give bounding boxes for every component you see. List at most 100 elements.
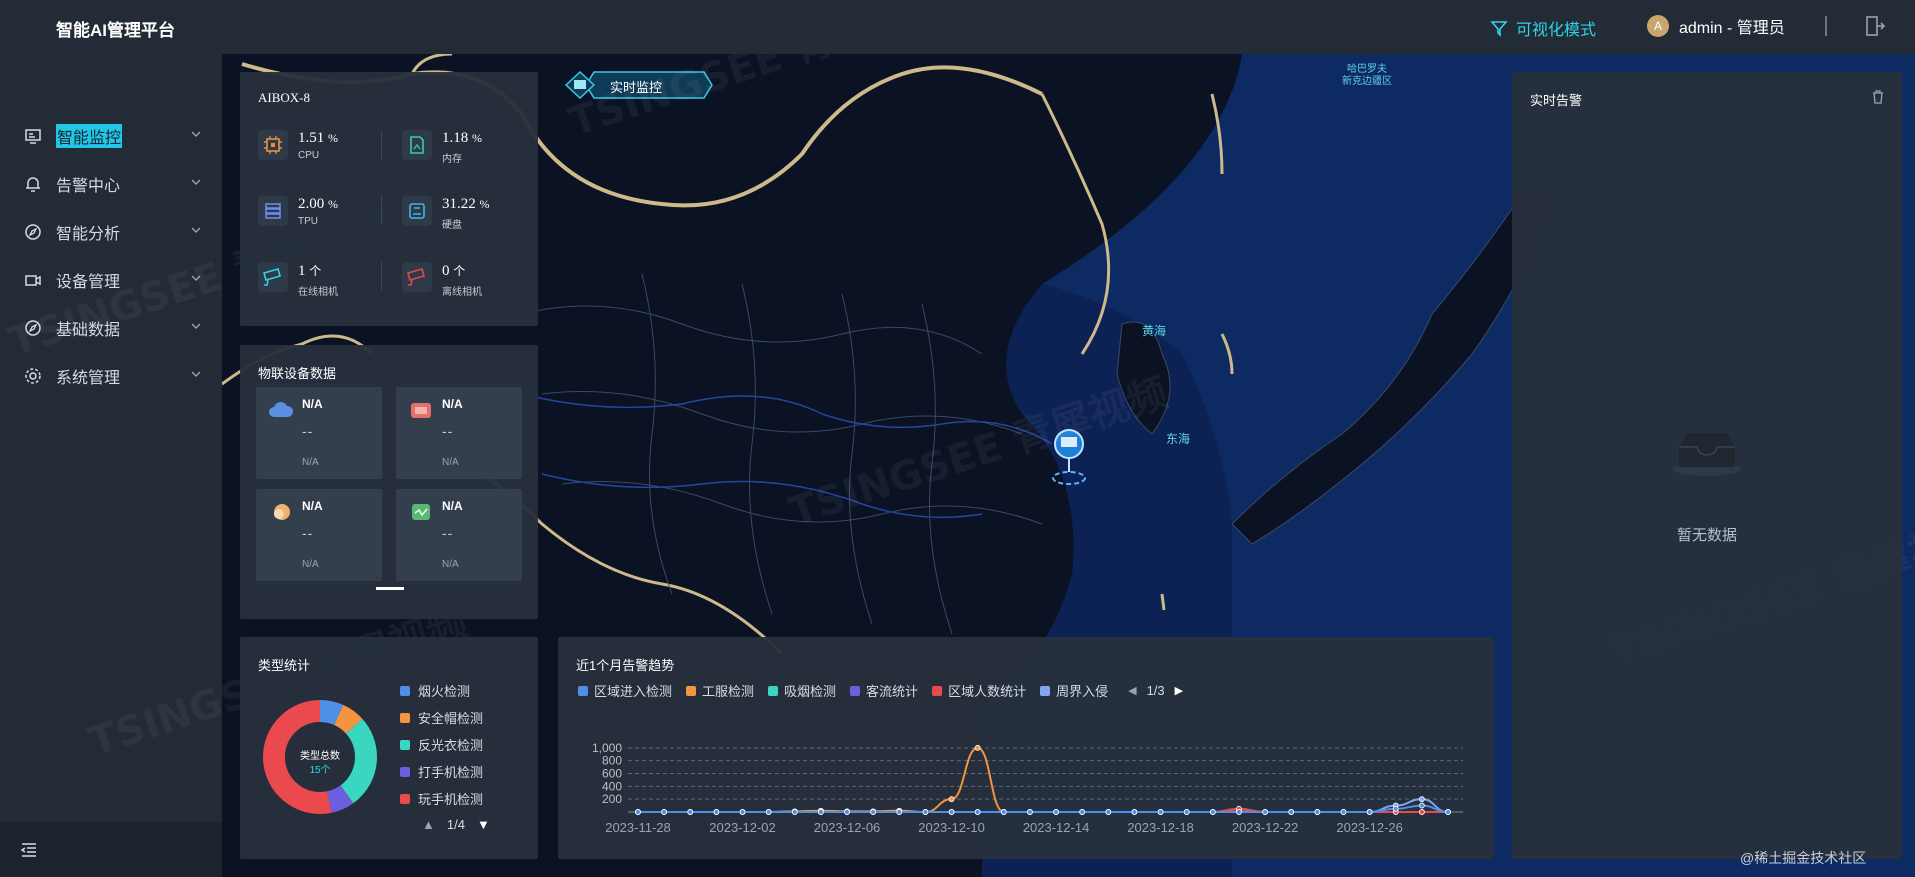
data-point[interactable]: [661, 809, 668, 815]
data-point[interactable]: [1288, 809, 1295, 815]
sidebar-item-base-data[interactable]: 基础数据: [0, 308, 222, 348]
data-point[interactable]: [948, 796, 955, 803]
iot-data-panel: 物联设备数据 N/A -- N/A N/A -- N/A N/A -- N/A …: [240, 345, 538, 619]
data-point[interactable]: [1131, 809, 1138, 815]
sidebar-item-smart-monitor[interactable]: 智能监控: [0, 116, 222, 156]
iot-card[interactable]: N/A -- N/A: [396, 387, 522, 479]
data-point[interactable]: [765, 809, 772, 815]
data-point[interactable]: [1418, 802, 1425, 809]
legend-label: 安全帽检测: [418, 711, 484, 726]
sidebar-item-system-management[interactable]: 系统管理: [0, 356, 222, 396]
pager-next-icon[interactable]: ▼: [477, 817, 490, 832]
data-point[interactable]: [713, 809, 720, 815]
pager-text: 1/4: [446, 817, 465, 832]
carousel-indicator[interactable]: [376, 587, 404, 590]
collapse-sidebar-icon[interactable]: [20, 842, 38, 858]
data-point[interactable]: [635, 809, 641, 815]
type-stats-panel: 类型统计 类型总数 15个 烟火检测 安全帽检测 反光衣检测 打手机检测 玩手机…: [240, 637, 538, 859]
donut-center-title: 类型总数: [300, 751, 340, 762]
app-title: 智能AI管理平台: [56, 21, 175, 40]
data-point[interactable]: [1027, 809, 1033, 815]
data-point[interactable]: [870, 809, 877, 815]
empty-text: 暂无数据: [1676, 527, 1737, 544]
cpu-value: 1.51: [298, 130, 325, 146]
gear-icon: [25, 368, 41, 384]
data-point[interactable]: [1000, 809, 1007, 815]
data-point[interactable]: [974, 809, 981, 815]
y-tick-label: 1,000: [592, 741, 622, 755]
trash-icon[interactable]: [1872, 90, 1884, 104]
series-line[interactable]: [638, 798, 1449, 813]
data-point[interactable]: [1445, 809, 1451, 815]
x-tick-label: 2023-12-26: [1336, 820, 1403, 835]
sidebar-item-device-management[interactable]: 设备管理: [0, 260, 222, 300]
data-point[interactable]: [687, 809, 694, 815]
tpu-icon: [258, 196, 288, 226]
sidebar-item-label: 智能监控: [56, 124, 123, 148]
data-point[interactable]: [1366, 809, 1373, 815]
data-point[interactable]: [1183, 809, 1190, 815]
data-point[interactable]: [1340, 809, 1347, 815]
series-line[interactable]: [638, 804, 1449, 813]
pager-prev-icon[interactable]: ▲: [422, 817, 435, 832]
live-monitor-badge[interactable]: 实时监控: [564, 68, 714, 102]
type-legend-item[interactable]: 烟火检测: [400, 681, 470, 700]
data-point[interactable]: [1105, 809, 1112, 815]
data-point[interactable]: [948, 809, 955, 815]
card-icon: [411, 403, 431, 418]
stat-memory: 1.18 % 内存: [402, 130, 482, 165]
data-point[interactable]: [896, 809, 903, 815]
sidebar-footer: [0, 822, 222, 877]
iot-card[interactable]: N/A -- N/A: [256, 489, 382, 581]
data-point[interactable]: [1418, 809, 1425, 815]
data-point[interactable]: [974, 744, 981, 751]
type-legend-item[interactable]: 反光衣检测: [400, 735, 483, 754]
legend-label: 烟火检测: [418, 684, 471, 699]
top-bar: 智能AI管理平台 可视化模式 A admin - 管理员: [0, 0, 1915, 54]
data-point[interactable]: [1314, 809, 1321, 815]
chevron-down-icon: [191, 179, 201, 185]
data-point[interactable]: [739, 809, 746, 815]
stat-divider: [381, 262, 382, 290]
x-tick-label: 2023-12-14: [1023, 820, 1089, 835]
sidebar-item-smart-analysis[interactable]: 智能分析: [0, 212, 222, 252]
sensor-icon: [412, 504, 430, 520]
data-point[interactable]: [1209, 809, 1216, 815]
iot-card[interactable]: N/A -- N/A: [396, 489, 522, 581]
iot-card-name: N/A: [442, 397, 463, 411]
sidebar-item-label: 告警中心: [56, 178, 121, 195]
iot-card[interactable]: N/A -- N/A: [256, 387, 382, 479]
y-tick-label: 400: [602, 779, 622, 793]
iot-card-sub: N/A: [442, 559, 459, 570]
logout-icon[interactable]: [1864, 15, 1886, 37]
visualization-mode-button[interactable]: 可视化模式: [1490, 16, 1596, 40]
user-menu[interactable]: A admin - 管理员: [1647, 14, 1785, 38]
sidebar-item-alarm-center[interactable]: 告警中心: [0, 164, 222, 204]
data-point[interactable]: [791, 809, 798, 815]
map-label-east-sea: 东海: [1166, 432, 1191, 446]
data-point[interactable]: [1157, 809, 1164, 815]
data-point[interactable]: [922, 809, 929, 815]
visualization-mode-label: 可视化模式: [1516, 22, 1597, 39]
data-point[interactable]: [1236, 809, 1242, 815]
data-point[interactable]: [1053, 809, 1059, 815]
device-title: AIBOX-8: [258, 90, 310, 105]
data-point[interactable]: [844, 809, 850, 815]
donut-center-value: 15个: [309, 765, 331, 776]
series-line[interactable]: [638, 746, 1448, 814]
data-point[interactable]: [818, 809, 824, 815]
iot-card-value: --: [302, 423, 314, 439]
data-point[interactable]: [1418, 796, 1425, 803]
data-point[interactable]: [1392, 805, 1399, 812]
chevron-down-icon: [191, 227, 201, 233]
type-legend-pager: ▲ 1/4 ▼: [422, 817, 490, 832]
data-point[interactable]: [1262, 809, 1268, 815]
x-tick-label: 2023-12-10: [918, 820, 985, 835]
type-legend-item[interactable]: 打手机检测: [400, 762, 483, 781]
x-tick-label: 2023-12-18: [1127, 820, 1194, 835]
type-legend-item[interactable]: 安全帽检测: [400, 708, 483, 727]
type-legend-item[interactable]: 玩手机检测: [400, 789, 483, 808]
x-tick-label: 2023-11-28: [605, 820, 671, 835]
data-point[interactable]: [1079, 809, 1086, 815]
x-tick-label: 2023-12-06: [814, 820, 881, 835]
